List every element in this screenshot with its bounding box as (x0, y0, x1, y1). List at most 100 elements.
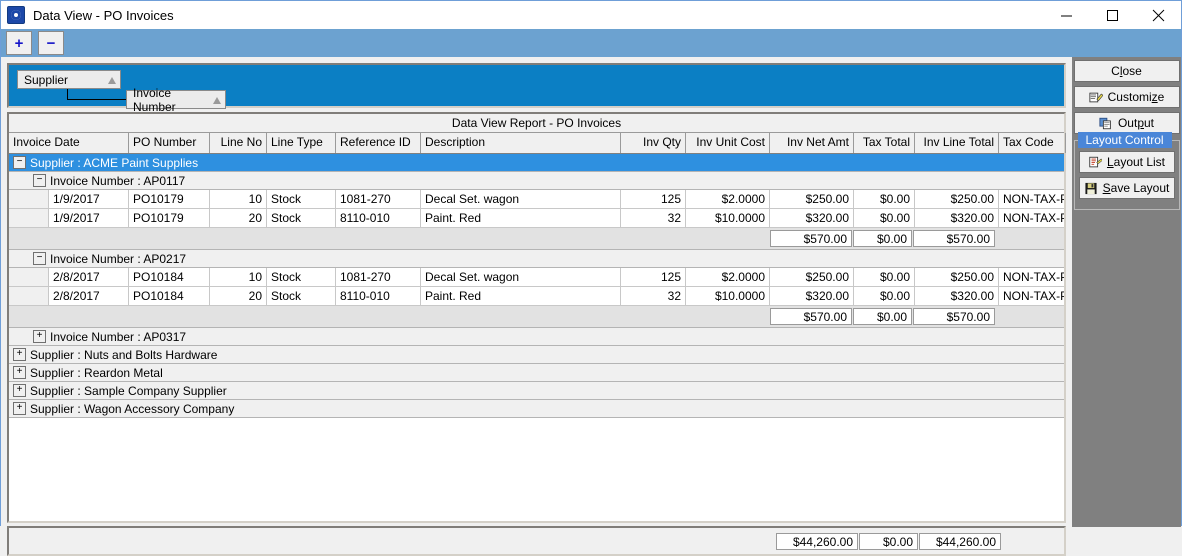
column-header-po-number[interactable]: PO Number (129, 133, 210, 153)
table-cell: $2.0000 (686, 190, 770, 209)
table-cell: 10 (210, 268, 267, 287)
minimize-button[interactable] (1043, 1, 1089, 29)
subtotal-tail (996, 230, 1064, 247)
layout-list-button[interactable]: Layout List (1079, 151, 1175, 173)
data-view-window: Data View - PO Invoices + − Supplier (0, 0, 1182, 526)
subtotal-tail (996, 308, 1064, 325)
column-header-inv-line-total[interactable]: Inv Line Total (915, 133, 999, 153)
row-indent-gutter (9, 268, 49, 287)
window-controls (1043, 1, 1181, 29)
table-cell: 10 (210, 190, 267, 209)
table-cell: 1/9/2017 (49, 190, 129, 209)
group-header-label: Supplier : Sample Company Supplier (30, 384, 227, 398)
group-by-band[interactable]: Supplier Invoice Number (7, 63, 1066, 108)
customize-button[interactable]: Customize (1074, 86, 1180, 108)
window-title: Data View - PO Invoices (33, 8, 1043, 23)
column-header-tax-code[interactable]: Tax Code (999, 133, 1066, 153)
column-header-inv-net-amt[interactable]: Inv Net Amt (770, 133, 854, 153)
group-by-chip-label: Supplier (24, 73, 68, 87)
subtotal-line-total: $570.00 (913, 308, 995, 325)
group-header-row[interactable]: +Supplier : Reardon Metal (9, 364, 1064, 382)
collapse-group-toggle[interactable]: − (13, 156, 26, 169)
column-header-line-type[interactable]: Line Type (267, 133, 336, 153)
subtotal-row: $570.00$0.00$570.00 (9, 228, 1064, 250)
expand-group-toggle[interactable]: + (33, 330, 46, 343)
table-cell: 2/8/2017 (49, 268, 129, 287)
expand-group-toggle[interactable]: + (13, 366, 26, 379)
save-icon (1084, 182, 1098, 195)
table-cell: $10.0000 (686, 287, 770, 306)
table-cell: NON-TAX-P (999, 287, 1064, 306)
table-cell: 8110-010 (336, 209, 421, 228)
side-control-panel: Close Customize Output (1072, 57, 1181, 527)
report-caption: Data View Report - PO Invoices (9, 114, 1064, 133)
column-header-line-no[interactable]: Line No (210, 133, 267, 153)
table-cell: $320.00 (915, 287, 999, 306)
save-layout-label: Save Layout (1103, 181, 1170, 195)
group-header-row[interactable]: + Supplier : Sample Company Supplier (9, 382, 1064, 400)
save-layout-button[interactable]: Save Layout (1079, 177, 1175, 199)
table-cell: $0.00 (854, 287, 915, 306)
table-cell: $0.00 (854, 268, 915, 287)
subtotal-net: $570.00 (770, 308, 852, 325)
output-button[interactable]: Output (1074, 112, 1180, 134)
column-header-invoice-date[interactable]: Invoice Date (9, 133, 129, 153)
group-header-label: Supplier : Wagon Accessory Company (30, 402, 234, 416)
table-cell: Paint. Red (421, 287, 621, 306)
column-header-inv-qty[interactable]: Inv Qty (621, 133, 686, 153)
table-cell: 32 (621, 287, 686, 306)
close-panel-button[interactable]: Close (1074, 60, 1180, 82)
table-row[interactable]: 2/8/2017PO1018410Stock1081-270Decal Set.… (9, 268, 1064, 287)
group-header-row[interactable]: +Invoice Number : AP0317 (9, 328, 1064, 346)
grid-rows[interactable]: −Supplier : ACME Paint Supplies−Invoice … (9, 154, 1064, 521)
customize-icon (1089, 91, 1103, 104)
group-header-row[interactable]: + Supplier : Wagon Accessory Company (9, 400, 1064, 418)
table-cell: $0.00 (854, 209, 915, 228)
maximize-button[interactable] (1089, 1, 1135, 29)
group-header-row[interactable]: −Invoice Number : AP0217 (9, 250, 1064, 268)
table-row[interactable]: 1/9/2017PO1017920Stock8110-010Paint. Red… (9, 209, 1064, 228)
group-by-connector (67, 89, 130, 100)
group-header-label: Supplier : ACME Paint Supplies (30, 156, 198, 170)
subtotal-line-total: $570.00 (913, 230, 995, 247)
subtotal-net: $570.00 (770, 230, 852, 247)
table-cell: $250.00 (770, 268, 854, 287)
close-button[interactable] (1135, 1, 1181, 29)
collapse-all-button[interactable]: − (38, 31, 64, 55)
column-header-tax-total[interactable]: Tax Total (854, 133, 915, 153)
column-header-inv-unit-cost[interactable]: Inv Unit Cost (686, 133, 770, 153)
group-by-chip-invoice-number[interactable]: Invoice Number (126, 90, 226, 109)
table-cell: $250.00 (915, 190, 999, 209)
grand-total-line-total: $44,260.00 (919, 533, 1001, 550)
collapse-group-toggle[interactable]: − (33, 252, 46, 265)
output-icon (1099, 117, 1113, 130)
group-header-row[interactable]: −Invoice Number : AP0117 (9, 172, 1064, 190)
table-cell: PO10184 (129, 287, 210, 306)
column-header-description[interactable]: Description (421, 133, 621, 153)
expand-all-button[interactable]: + (6, 31, 32, 55)
output-label: Output (1118, 116, 1154, 130)
group-header-label: Invoice Number : AP0217 (50, 252, 186, 266)
group-header-row[interactable]: −Supplier : ACME Paint Supplies (9, 154, 1064, 172)
table-row[interactable]: 1/9/2017PO1017910Stock1081-270Decal Set.… (9, 190, 1064, 209)
collapse-group-toggle[interactable]: − (33, 174, 46, 187)
expand-group-toggle[interactable]: + (13, 384, 26, 397)
column-header-row[interactable]: Invoice DatePO NumberLine NoLine TypeRef… (9, 133, 1064, 154)
row-indent-gutter (9, 190, 49, 209)
group-header-row[interactable]: + Supplier : Nuts and Bolts Hardware (9, 346, 1064, 364)
expand-group-toggle[interactable]: + (13, 348, 26, 361)
table-cell: $10.0000 (686, 209, 770, 228)
table-cell: $250.00 (915, 268, 999, 287)
table-cell: Stock (267, 209, 336, 228)
table-cell: $320.00 (770, 287, 854, 306)
table-row[interactable]: 2/8/2017PO1018420Stock8110-010Paint. Red… (9, 287, 1064, 306)
table-cell: PO10179 (129, 209, 210, 228)
expand-group-toggle[interactable]: + (13, 402, 26, 415)
group-by-chip-supplier[interactable]: Supplier (17, 70, 121, 89)
table-cell: PO10184 (129, 268, 210, 287)
table-cell: NON-TAX-P (999, 209, 1064, 228)
table-cell: $2.0000 (686, 268, 770, 287)
column-header-reference-id[interactable]: Reference ID (336, 133, 421, 153)
table-cell: NON-TAX-P (999, 190, 1064, 209)
group-header-label: Supplier : Nuts and Bolts Hardware (30, 348, 217, 362)
